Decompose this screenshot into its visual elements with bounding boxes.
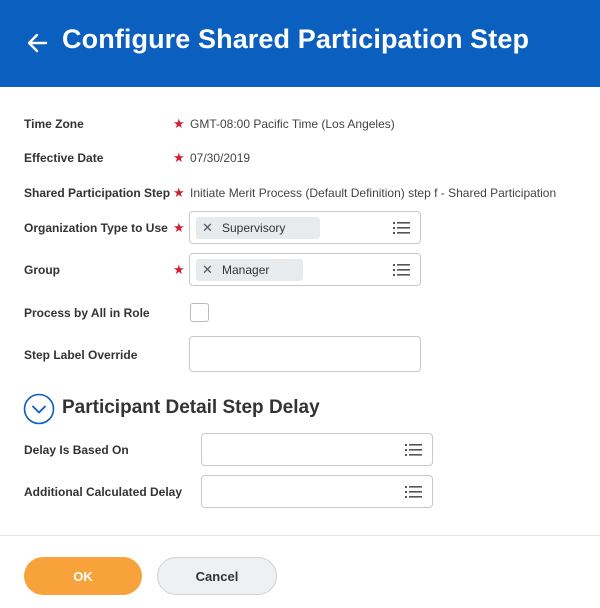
shared-participation-step-value: Initiate Merit Process (Default Definiti… xyxy=(190,186,557,200)
process-by-all-label: Process by All in Role xyxy=(24,306,150,320)
process-by-all-checkbox[interactable] xyxy=(190,303,209,322)
back-arrow-icon[interactable] xyxy=(26,31,48,55)
step-label-override-input[interactable] xyxy=(189,336,421,372)
group-label: Group xyxy=(24,263,60,277)
effective-date-label: Effective Date xyxy=(24,151,104,165)
delay-based-on-label: Delay Is Based On xyxy=(24,443,129,457)
cancel-button[interactable]: Cancel xyxy=(157,557,277,595)
required-star-group: ★ xyxy=(173,262,185,277)
shared-participation-step-label: Shared Participation Step xyxy=(24,186,171,200)
effective-date-value: 07/30/2019 xyxy=(190,151,251,165)
organization-type-label: Organization Type to Use xyxy=(24,221,168,235)
group-selected-pill: ✕ Manager xyxy=(196,259,303,281)
close-icon[interactable]: ✕ xyxy=(202,220,218,236)
organization-type-prompt[interactable]: ✕ Supervisory xyxy=(189,211,421,244)
close-icon[interactable]: ✕ xyxy=(202,262,218,278)
additional-delay-prompt[interactable] xyxy=(201,475,433,508)
list-icon[interactable] xyxy=(393,264,410,276)
group-prompt[interactable]: ✕ Manager xyxy=(189,253,421,286)
delay-based-on-prompt[interactable] xyxy=(201,433,433,466)
list-icon[interactable] xyxy=(393,222,410,234)
required-star-effective-date: ★ xyxy=(173,150,185,165)
chevron-down-icon[interactable] xyxy=(23,393,55,425)
group-selected-value: Manager xyxy=(222,263,270,277)
page-header: Configure Shared Participation Step xyxy=(0,0,600,87)
time-zone-label: Time Zone xyxy=(24,117,84,131)
time-zone-value: GMT-08:00 Pacific Time (Los Angeles) xyxy=(190,117,395,131)
organization-type-selected-value: Supervisory xyxy=(222,221,286,235)
organization-type-selected-pill: ✕ Supervisory xyxy=(196,217,320,239)
footer-divider xyxy=(0,535,600,536)
required-star-shared-step: ★ xyxy=(173,185,185,200)
list-icon[interactable] xyxy=(405,444,422,456)
required-star-time-zone: ★ xyxy=(173,116,185,131)
section-title: Participant Detail Step Delay xyxy=(62,397,320,418)
page-title: Configure Shared Participation Step xyxy=(62,24,530,54)
step-label-override-label: Step Label Override xyxy=(24,348,138,362)
required-star-organization-type: ★ xyxy=(173,220,185,235)
ok-button[interactable]: OK xyxy=(24,557,142,595)
additional-delay-label: Additional Calculated Delay xyxy=(24,485,183,499)
list-icon[interactable] xyxy=(405,486,422,498)
